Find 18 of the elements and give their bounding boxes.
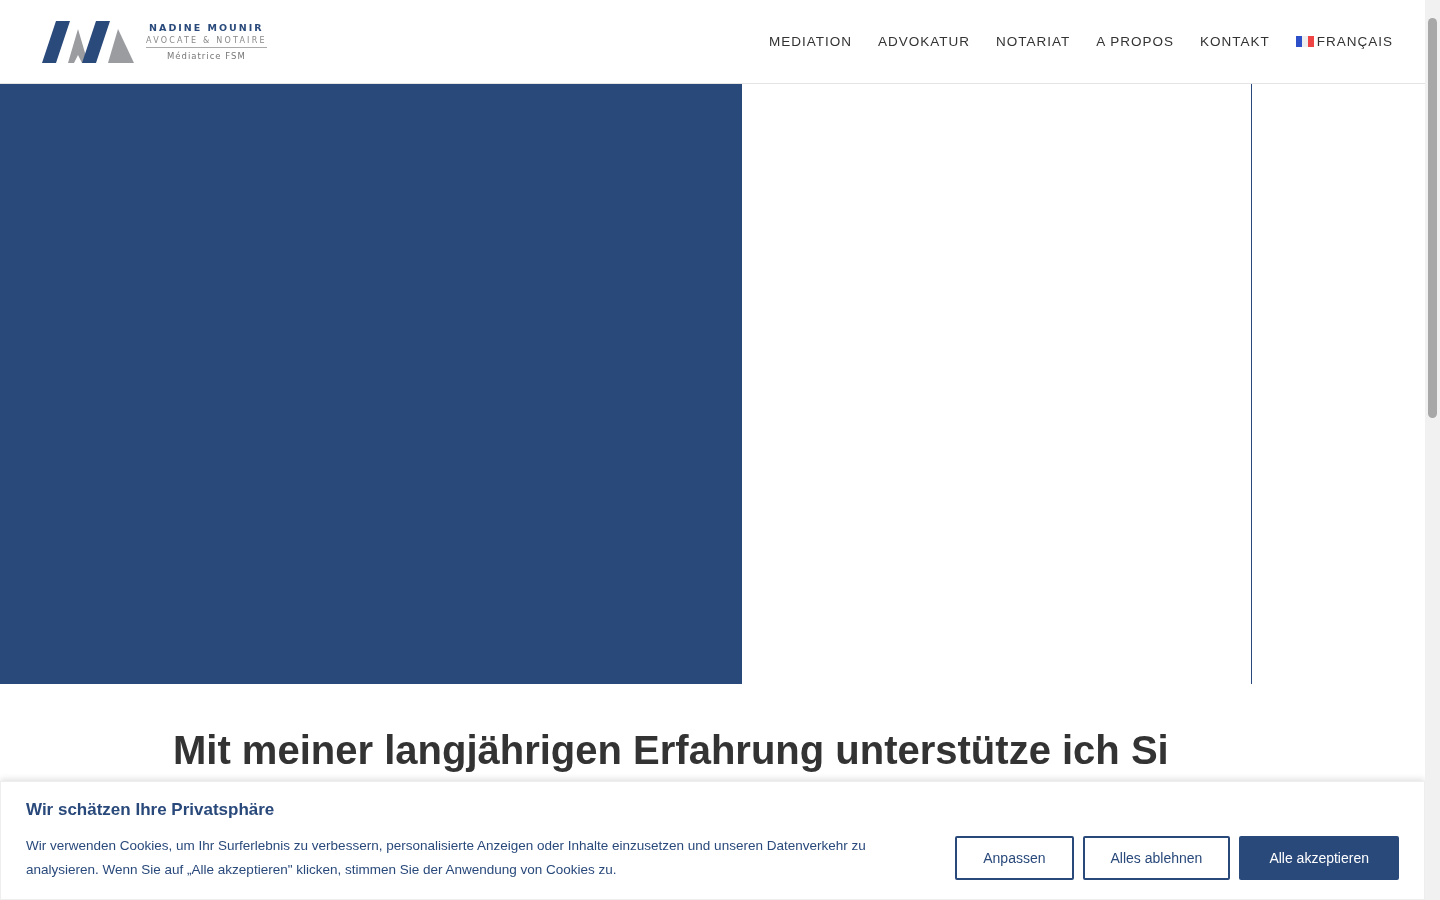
nav-link[interactable]: A PROPOS <box>1096 34 1174 49</box>
flag-icon <box>1295 36 1314 47</box>
cookie-title: Wir schätzen Ihre Privatsphäre <box>26 800 276 820</box>
cookie-text: Wir verwenden Cookies, um Ihr Surferlebnis zu verbessern, personalisierte Anzeigen oder Inhalte einzusetzen und unseren Datenverkehr zu analysieren. Wenn Sie auf „Alle akzeptieren" klicken, stimmen Sie der Anwendung von Cookies zu. <box>26 837 867 879</box>
cookie-button[interactable]: Anpassen <box>955 836 1074 880</box>
nav-link[interactable]: KONTAKT <box>1199 34 1270 49</box>
cookie-button[interactable]: Alles ablehnen <box>1082 836 1231 880</box>
accept-button[interactable]: Alle akzeptieren <box>1239 836 1399 880</box>
section-heading: Mit meiner langjährigen Erfahrung unterstütze ich Si <box>173 727 1170 774</box>
logo-mark-icon <box>42 18 136 65</box>
nav-link[interactable]: NOTARIAT <box>995 34 1071 49</box>
logo-subtitle: AVOCATE & NOTAIRE <box>146 33 267 48</box>
language-link[interactable]: FRANÇAIS <box>1295 34 1393 49</box>
logo-name: NADINE MOUNIR <box>149 22 264 33</box>
nav-link[interactable]: MEDIATION <box>768 34 852 49</box>
scrollbar[interactable] <box>1425 0 1440 900</box>
nav-link[interactable]: ADVOKATUR <box>877 34 970 49</box>
logo-tagline: Médiatrice FSM <box>166 51 246 61</box>
